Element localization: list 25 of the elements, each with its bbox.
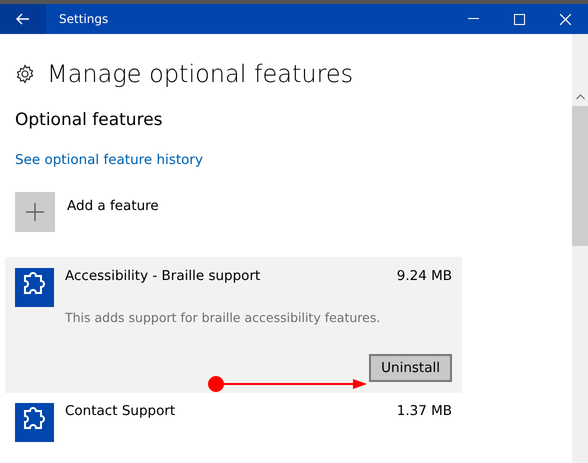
window-title: Settings bbox=[59, 12, 110, 26]
feature-name: Accessibility - Braille support bbox=[65, 268, 260, 284]
minimize-icon bbox=[468, 18, 478, 20]
puzzle-piece-icon bbox=[15, 268, 54, 307]
scroll-up-icon[interactable] bbox=[576, 94, 584, 100]
scrollbar-thumb[interactable] bbox=[572, 106, 588, 246]
back-arrow-icon bbox=[16, 13, 30, 25]
uninstall-button[interactable]: Uninstall bbox=[369, 354, 452, 382]
back-button[interactable] bbox=[0, 4, 46, 34]
feature-size: 1.37 MB bbox=[396, 403, 452, 419]
add-feature-button[interactable]: Add a feature bbox=[15, 192, 159, 232]
scrollbar[interactable] bbox=[572, 34, 588, 463]
page-title: Manage optional features bbox=[47, 60, 354, 88]
history-link[interactable]: See optional feature history bbox=[15, 152, 203, 168]
feature-item[interactable]: Contact Support 1.37 MB bbox=[5, 393, 462, 453]
settings-icon bbox=[15, 64, 35, 84]
feature-item[interactable]: Accessibility - Braille support 9.24 MB This adds support for braille accessibility features. Uninstall bbox=[5, 257, 462, 393]
close-icon bbox=[560, 14, 570, 24]
plus-icon bbox=[26, 203, 44, 221]
section-heading: Optional features bbox=[15, 110, 164, 130]
feature-size: 9.24 MB bbox=[396, 268, 452, 284]
feature-description: This adds support for braille accessibility features. bbox=[65, 310, 382, 325]
puzzle-piece-icon bbox=[15, 403, 54, 442]
maximize-icon bbox=[514, 14, 524, 24]
feature-name: Contact Support bbox=[65, 403, 176, 419]
